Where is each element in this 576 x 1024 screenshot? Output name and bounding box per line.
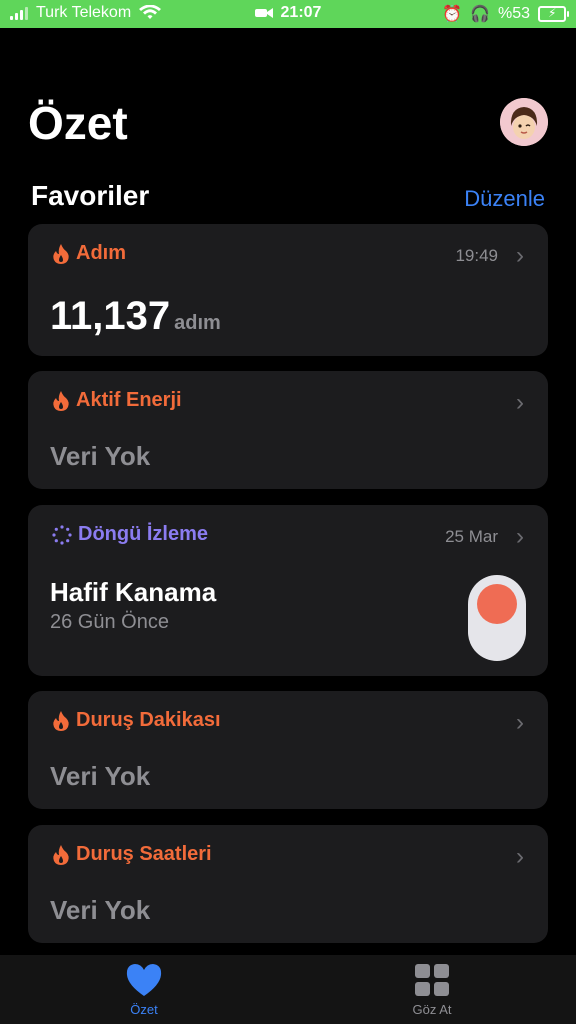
bleeding-dot-icon — [477, 584, 517, 624]
cycle-tracking-subtext: 26 Gün Önce — [50, 611, 169, 633]
stand-minutes-title: Duruş Dakikası — [76, 709, 221, 731]
chevron-right-icon: › — [516, 523, 524, 550]
status-bar: Turk Telekom 21:07 ⏰ 🎧 %53 ⚡ — [0, 0, 576, 28]
status-right: ⏰ 🎧 %53 ⚡ — [442, 4, 569, 24]
flame-icon — [53, 844, 69, 865]
cycle-tracking-value: Hafif Kanama — [50, 577, 217, 607]
steps-header: Adım — [52, 242, 126, 265]
edit-button[interactable]: Düzenle — [464, 186, 545, 212]
tab-bar: Özet Göz At — [0, 955, 576, 1024]
grid-icon — [415, 964, 449, 996]
stand-hours-card[interactable]: Duruş Saatleri › Veri Yok — [28, 825, 548, 943]
avatar-memoji-icon — [500, 98, 548, 146]
tab-summary-label: Özet — [130, 1002, 158, 1017]
chevron-right-icon: › — [516, 242, 524, 269]
active-energy-value: Veri Yok — [50, 441, 151, 471]
active-energy-header: Aktif Enerji — [52, 389, 182, 412]
bleeding-indicator — [468, 575, 526, 661]
stand-minutes-card[interactable]: Duruş Dakikası › Veri Yok — [28, 691, 548, 809]
tab-summary[interactable]: Özet — [114, 963, 174, 1017]
favorites-title: Favoriler — [31, 180, 150, 211]
charging-icon: ⚡ — [548, 6, 557, 20]
steps-title: Adım — [76, 242, 126, 264]
flame-icon — [53, 710, 69, 731]
stand-minutes-value: Veri Yok — [50, 761, 151, 791]
alarm-icon: ⏰ — [442, 6, 463, 23]
chevron-right-icon: › — [516, 389, 524, 416]
camera-icon — [254, 7, 273, 18]
stand-hours-header: Duruş Saatleri — [52, 843, 212, 866]
chevron-right-icon: › — [516, 709, 524, 736]
cycle-tracking-card[interactable]: Döngü İzleme 25 Mar › Hafif Kanama 26 Gü… — [28, 505, 548, 676]
steps-unit: adım — [174, 312, 221, 334]
chevron-right-icon: › — [516, 843, 524, 870]
steps-time: 19:49 — [455, 246, 498, 265]
steps-card[interactable]: Adım 19:49 › 11,137 adım — [28, 224, 548, 356]
cycle-tracking-date: 25 Mar — [445, 527, 498, 546]
battery-percent: %53 — [497, 5, 530, 22]
flame-icon — [53, 390, 69, 411]
page-title: Özet — [28, 97, 128, 149]
flame-icon — [53, 243, 69, 264]
steps-value: 11,137 — [50, 294, 171, 338]
stand-hours-title: Duruş Saatleri — [76, 843, 212, 865]
cycle-tracking-title: Döngü İzleme — [78, 523, 209, 545]
active-energy-card[interactable]: Aktif Enerji › Veri Yok — [28, 371, 548, 489]
battery-icon: ⚡ — [538, 6, 569, 22]
steps-value-row: 11,137 adım — [50, 294, 221, 339]
stand-hours-value: Veri Yok — [50, 895, 151, 925]
tab-browse[interactable]: Göz At — [402, 963, 462, 1017]
status-time: 21:07 — [280, 4, 322, 21]
active-energy-title: Aktif Enerji — [76, 389, 182, 411]
avatar[interactable] — [500, 98, 548, 146]
cycle-tracking-header: Döngü İzleme — [52, 523, 208, 546]
headphones-icon: 🎧 — [470, 6, 490, 23]
tab-browse-label: Göz At — [412, 1002, 452, 1017]
heart-icon — [126, 964, 162, 996]
cycle-dots-icon — [52, 524, 72, 545]
stand-minutes-header: Duruş Dakikası — [52, 709, 221, 732]
